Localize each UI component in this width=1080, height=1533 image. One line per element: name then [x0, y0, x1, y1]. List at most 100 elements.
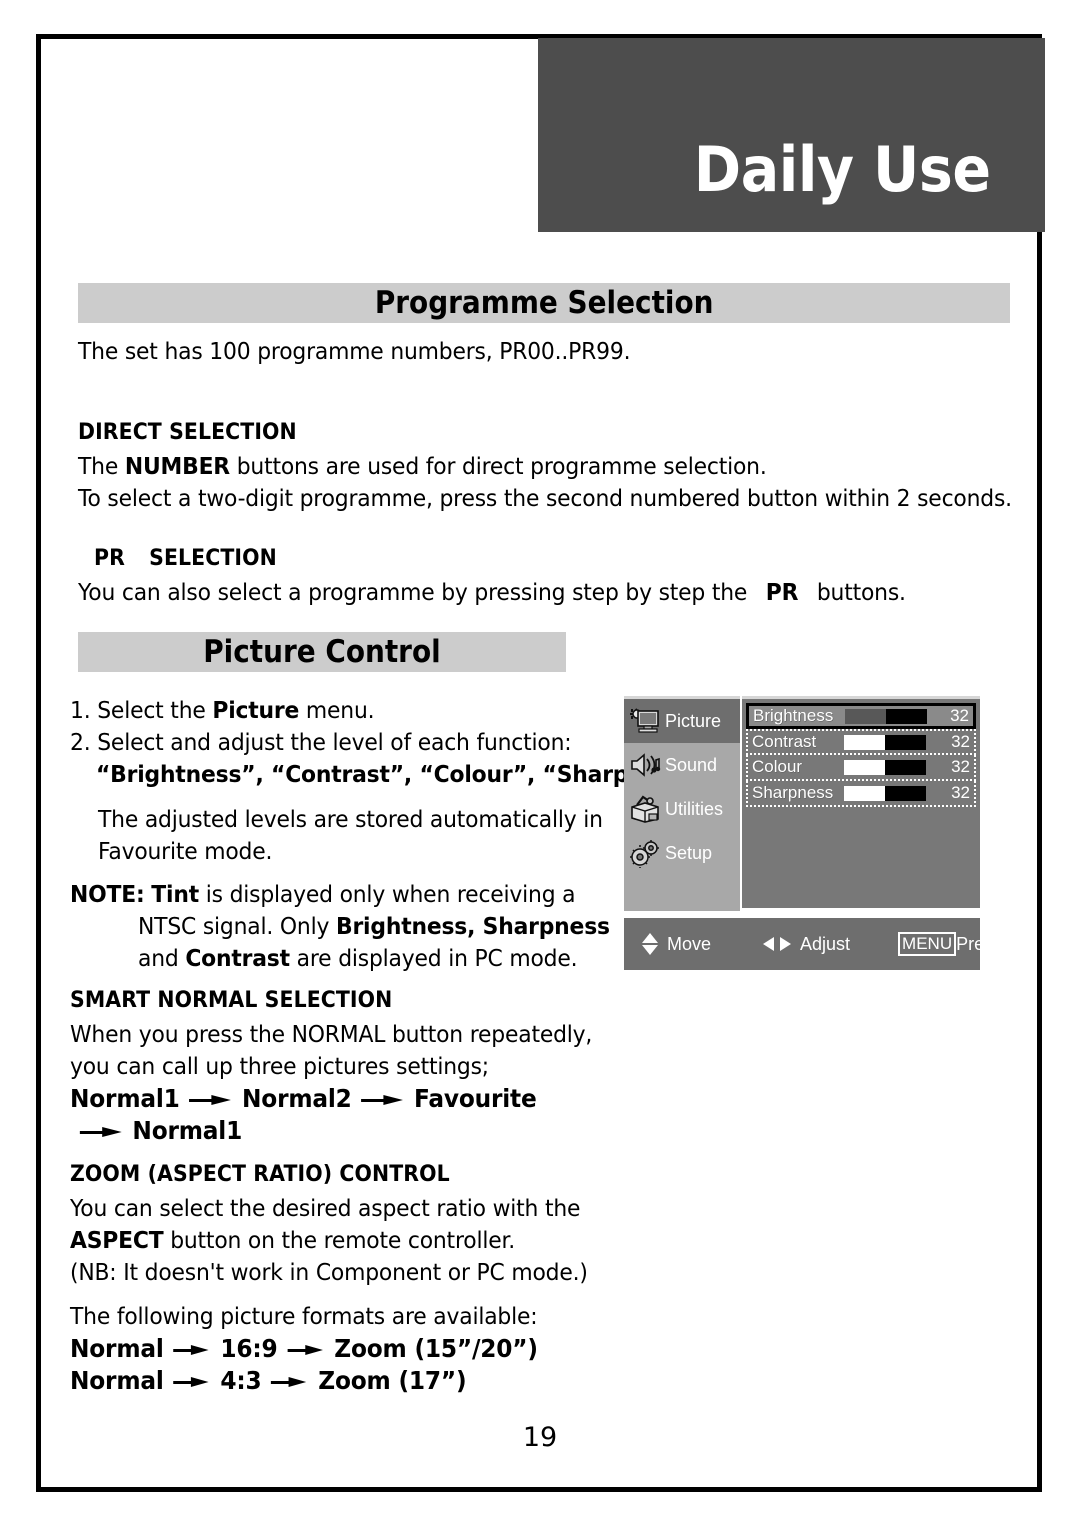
osd-nav-label: Sound: [665, 754, 718, 775]
pr-line-bold: PR: [765, 578, 799, 606]
direct-selection-line1: The NUMBER buttons are used for direct p…: [78, 452, 767, 480]
pr-selection-heading: PR SELECTION: [94, 546, 277, 571]
osd-row-brightness[interactable]: Brightness 32: [746, 703, 976, 729]
osd-row-colour[interactable]: Colour 32: [746, 755, 976, 781]
programme-intro-text: The set has 100 programme numbers, PR00.…: [78, 337, 631, 365]
osd-settings-panel: Brightness 32 Contrast 32 Colour 32 Shar…: [742, 696, 980, 908]
flow-item-normal1: Normal1: [70, 1084, 180, 1113]
osd-row-value: 32: [951, 732, 970, 751]
osd-nav-item-picture[interactable]: Picture: [624, 699, 740, 743]
step1-bold: Picture: [212, 696, 300, 724]
direct-line1-post: buttons are used for direct programme se…: [229, 452, 767, 480]
flow-b-zoom: Zoom (17”): [318, 1366, 467, 1395]
arrow-right-icon: [287, 1345, 324, 1355]
smart-normal-flow-row1: Normal1 Normal2 Favourite: [70, 1084, 537, 1113]
osd-nav-label: Picture: [665, 710, 722, 731]
direct-selection-heading: DIRECT SELECTION: [78, 420, 297, 445]
osd-row-value: 32: [951, 783, 970, 802]
section-header-label: Picture Control: [203, 634, 441, 670]
picture-note-line2: NTSC signal. Only Brightness, Sharpness: [138, 912, 610, 940]
up-down-arrows-icon: [642, 932, 658, 956]
arrow-right-icon: [173, 1345, 210, 1355]
osd-slider-brightness[interactable]: [845, 708, 927, 724]
zoom-line2-rest: button on the remote controller.: [163, 1226, 516, 1254]
zoom-formats-intro: The following picture formats are availa…: [70, 1302, 538, 1330]
osd-footer-prev: MENU Prev.: [898, 932, 997, 956]
flow-item-favourite: Favourite: [414, 1084, 537, 1113]
direct-line1-bold: NUMBER: [124, 452, 230, 480]
osd-nav-label: Setup: [665, 842, 713, 863]
direct-line1-pre: The: [78, 452, 125, 480]
flow-item-normal2: Normal2: [242, 1084, 352, 1113]
arrow-right-icon: [271, 1377, 308, 1387]
toolbox-icon: [629, 794, 661, 824]
step1-post: menu.: [299, 696, 375, 724]
chapter-header-block: Daily Use: [538, 38, 1045, 232]
picture-monitor-icon: [629, 706, 661, 736]
zoom-flow-row-b: Normal 4:3 Zoom (17”): [70, 1366, 467, 1395]
note-line2-bold: Brightness, Sharpness: [335, 912, 610, 940]
smart-normal-line1: When you press the NORMAL button repeate…: [70, 1020, 593, 1048]
osd-main-area: Picture Sound Utilities Setup Brightness…: [624, 696, 980, 911]
picture-stored-line1: The adjusted levels are stored automatic…: [98, 805, 603, 833]
note-line3-post: are displayed in PC mode.: [289, 944, 578, 972]
note-tint-word: Tint: [151, 880, 199, 908]
smart-normal-heading: SMART NORMAL SELECTION: [70, 988, 393, 1013]
pr-selection-heading-word: SELECTION: [149, 546, 277, 571]
note-line2-pre: NTSC signal. Only: [138, 912, 336, 940]
osd-settings-rows: Brightness 32 Contrast 32 Colour 32 Shar…: [746, 703, 976, 807]
osd-row-value: 32: [950, 706, 969, 725]
page-number: 19: [522, 1422, 558, 1453]
osd-row-contrast[interactable]: Contrast 32: [746, 729, 976, 755]
chapter-title: Daily Use: [694, 133, 991, 206]
osd-slider-colour[interactable]: [844, 759, 926, 775]
arrow-right-icon: [361, 1095, 404, 1105]
flow-b-normal: Normal: [70, 1366, 164, 1395]
zoom-control-line1: You can select the desired aspect ratio …: [70, 1194, 581, 1222]
osd-row-value: 32: [951, 757, 970, 776]
osd-footer-adjust-label: Adjust: [800, 933, 851, 954]
left-right-arrows-icon: [763, 935, 792, 953]
osd-nav-item-utilities[interactable]: Utilities: [624, 787, 740, 831]
zoom-control-line3: (NB: It doesn't work in Component or PC …: [70, 1258, 588, 1286]
section-header-programme-selection: Programme Selection: [78, 283, 1010, 323]
section-header-picture-control: Picture Control: [78, 632, 566, 672]
note-line1-rest: is displayed only when receiving a: [198, 880, 576, 908]
osd-row-sharpness[interactable]: Sharpness 32: [746, 781, 976, 807]
flow-a-169: 16:9: [220, 1334, 278, 1363]
arrow-right-icon: [173, 1377, 210, 1387]
flow-item-normal1-loop: Normal1: [132, 1116, 243, 1145]
osd-row-label: Sharpness: [752, 783, 834, 802]
zoom-flow-row-a: Normal 16:9 Zoom (15”/20”): [70, 1334, 538, 1363]
step1-pre: 1. Select the: [70, 696, 213, 724]
osd-row-label: Colour: [752, 757, 803, 776]
pr-line-post: buttons.: [816, 578, 906, 606]
osd-slider-sharpness[interactable]: [844, 785, 926, 801]
picture-note-line3: and Contrast are displayed in PC mode.: [138, 944, 578, 972]
picture-note-line1: NOTE: Tint is displayed only when receiv…: [70, 880, 576, 908]
section-header-label: Programme Selection: [374, 285, 714, 321]
arrow-right-icon: [79, 1127, 123, 1137]
zoom-control-heading: ZOOM (ASPECT RATIO) CONTROL: [70, 1162, 450, 1187]
smart-normal-line2: you can call up three pictures settings;: [70, 1052, 489, 1080]
picture-step-2: 2. Select and adjust the level of each f…: [70, 728, 572, 756]
osd-sidebar: Picture Sound Utilities Setup: [624, 696, 740, 911]
osd-nav-item-sound[interactable]: Sound: [624, 743, 740, 787]
osd-row-label: Brightness: [753, 706, 834, 725]
arrow-right-icon: [189, 1095, 232, 1105]
picture-step-1: 1. Select the Picture menu.: [70, 696, 375, 724]
note-line3-pre: and: [138, 944, 186, 972]
pr-line-pre: You can also select a programme by press…: [78, 578, 748, 606]
speaker-icon: [629, 750, 661, 780]
gears-icon: [629, 838, 661, 869]
smart-normal-flow-row2: Normal1: [78, 1116, 242, 1145]
osd-slider-contrast[interactable]: [844, 734, 926, 750]
aspect-button-word: ASPECT: [70, 1226, 164, 1254]
note-line3-bold: Contrast: [185, 944, 290, 972]
osd-nav-label: Utilities: [665, 798, 724, 819]
osd-menu-screenshot: Picture Sound Utilities Setup Brightness…: [624, 696, 997, 971]
osd-footer-bar: Move Adjust MENU Prev.: [624, 918, 997, 970]
osd-nav-item-setup[interactable]: Setup: [624, 831, 740, 875]
picture-stored-line2: Favourite mode.: [98, 837, 273, 865]
pr-selection-line: You can also select a programme by press…: [78, 578, 906, 606]
